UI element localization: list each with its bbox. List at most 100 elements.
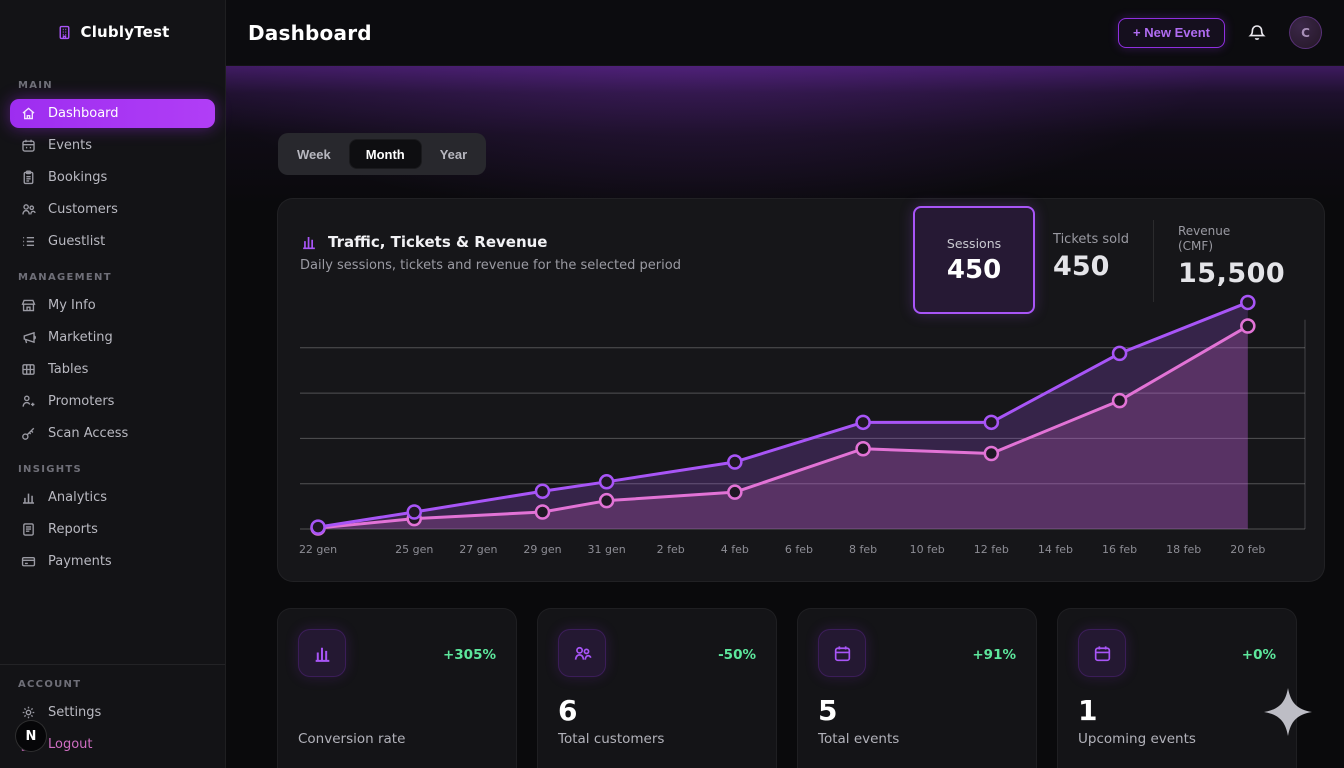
sidebar-item-label: Dashboard [48, 106, 119, 121]
summary-cards-row: +305% Conversion rate -50% 6 Total custo… [277, 608, 1297, 768]
period-week-button[interactable]: Week [281, 139, 347, 169]
sidebar-item-analytics[interactable]: Analytics [10, 483, 215, 512]
x-axis-label: 14 feb [1038, 543, 1073, 556]
x-axis-label: 27 gen [459, 543, 497, 556]
nav-section-account: ACCOUNT [18, 679, 207, 690]
card-label: Total customers [558, 731, 756, 747]
card-value: 5 [818, 694, 1016, 728]
delta-badge: +91% [972, 647, 1016, 663]
stat-value: 450 [947, 255, 1001, 285]
sidebar-item-marketing[interactable]: Marketing [10, 323, 215, 352]
x-axis-label: 31 gen [587, 543, 625, 556]
sidebar-item-scan-access[interactable]: Scan Access [10, 419, 215, 448]
app-logo[interactable]: ClublyTest [0, 0, 225, 64]
x-axis-label: 18 feb [1166, 543, 1201, 556]
cursor-badge: N [15, 720, 47, 752]
sidebar-item-events[interactable]: Events [10, 131, 215, 160]
sidebar-item-bookings[interactable]: Bookings [10, 163, 215, 192]
table-grid-icon [20, 361, 37, 378]
credit-card-icon [20, 553, 37, 570]
x-axis-label: 25 gen [395, 543, 433, 556]
delta-badge: +305% [443, 647, 496, 663]
period-year-button[interactable]: Year [424, 139, 483, 169]
sidebar-item-label: Logout [48, 737, 93, 752]
x-axis-label: 4 feb [721, 543, 749, 556]
chart-header: Traffic, Tickets & Revenue Daily session… [300, 233, 681, 273]
storefront-icon [20, 297, 37, 314]
chart-bars-icon [300, 233, 318, 251]
traffic-chart-plot [300, 281, 1308, 537]
sidebar-item-label: Events [48, 138, 92, 153]
traffic-chart-card: Traffic, Tickets & Revenue Daily session… [277, 198, 1325, 582]
nav-section-insights: INSIGHTS [18, 464, 207, 475]
period-toggle: Week Month Year [278, 133, 486, 175]
calendar-icon [20, 137, 37, 154]
x-axis-label: 29 gen [523, 543, 561, 556]
stat-label: Tickets sold [1053, 232, 1129, 247]
logo-building-icon [56, 24, 73, 41]
stat-value: 450 [1053, 251, 1129, 282]
user-avatar[interactable]: C [1289, 16, 1322, 49]
sidebar-item-label: Promoters [48, 394, 114, 409]
x-axis-label: 6 feb [785, 543, 813, 556]
sidebar-nav: MAIN Dashboard Events Bookings Customers… [0, 80, 225, 576]
sidebar-item-dashboard[interactable]: Dashboard [10, 99, 215, 128]
stat-tickets-sold[interactable]: Tickets sold 450 [1035, 206, 1147, 282]
period-month-button[interactable]: Month [349, 139, 422, 169]
card-label: Conversion rate [298, 731, 496, 747]
sidebar-item-label: Settings [48, 705, 101, 720]
sidebar-item-label: Guestlist [48, 234, 105, 249]
people-icon [20, 201, 37, 218]
total-customers-card: -50% 6 Total customers [537, 608, 777, 768]
nav-section-management: MANAGEMENT [18, 272, 207, 283]
calendar-icon [1078, 629, 1126, 677]
total-events-card: +91% 5 Total events [797, 608, 1037, 768]
x-axis-label: 16 feb [1102, 543, 1137, 556]
card-value: 6 [558, 694, 756, 728]
megaphone-icon [20, 329, 37, 346]
card-value: 1 [1078, 694, 1276, 728]
sidebar-item-label: Reports [48, 522, 98, 537]
sidebar-item-reports[interactable]: Reports [10, 515, 215, 544]
sidebar: ClublyTest MAIN Dashboard Events Booking… [0, 0, 226, 768]
app-name: ClublyTest [81, 23, 170, 41]
header-actions: + New Event C [1118, 16, 1322, 49]
sidebar-item-customers[interactable]: Customers [10, 195, 215, 224]
report-icon [20, 521, 37, 538]
gear-icon [20, 704, 37, 721]
notification-bell-icon[interactable] [1247, 23, 1267, 43]
sidebar-item-promoters[interactable]: Promoters [10, 387, 215, 416]
conversion-rate-card: +305% Conversion rate [277, 608, 517, 768]
x-axis-label: 12 feb [974, 543, 1009, 556]
x-axis-label: 2 feb [657, 543, 685, 556]
sidebar-item-label: My Info [48, 298, 96, 313]
people-icon [558, 629, 606, 677]
sidebar-item-label: Marketing [48, 330, 113, 345]
card-label: Upcoming events [1078, 731, 1276, 747]
calendar-icon [818, 629, 866, 677]
card-value [298, 694, 496, 728]
sidebar-item-my-info[interactable]: My Info [10, 291, 215, 320]
sidebar-item-label: Tables [48, 362, 88, 377]
sidebar-item-payments[interactable]: Payments [10, 547, 215, 576]
bar-chart-icon [20, 489, 37, 506]
sidebar-item-tables[interactable]: Tables [10, 355, 215, 384]
chart-subtitle: Daily sessions, tickets and revenue for … [300, 258, 681, 273]
traffic-chart-svg [300, 281, 1308, 537]
sidebar-item-label: Analytics [48, 490, 107, 505]
nav-section-main: MAIN [18, 80, 207, 91]
new-event-button[interactable]: + New Event [1118, 18, 1225, 48]
sidebar-item-guestlist[interactable]: Guestlist [10, 227, 215, 256]
list-icon [20, 233, 37, 250]
delta-badge: -50% [718, 647, 756, 663]
delta-badge: +0% [1242, 647, 1276, 663]
sidebar-item-label: Bookings [48, 170, 107, 185]
sidebar-item-label: Customers [48, 202, 118, 217]
clipboard-icon [20, 169, 37, 186]
stat-revenue[interactable]: Revenue (CMF) 15,500 [1160, 206, 1308, 289]
sidebar-item-label: Payments [48, 554, 112, 569]
sidebar-item-label: Scan Access [48, 426, 128, 441]
key-icon [20, 425, 37, 442]
dashboard-app: ClublyTest MAIN Dashboard Events Booking… [0, 0, 1344, 768]
sparkle-icon [1264, 688, 1312, 736]
